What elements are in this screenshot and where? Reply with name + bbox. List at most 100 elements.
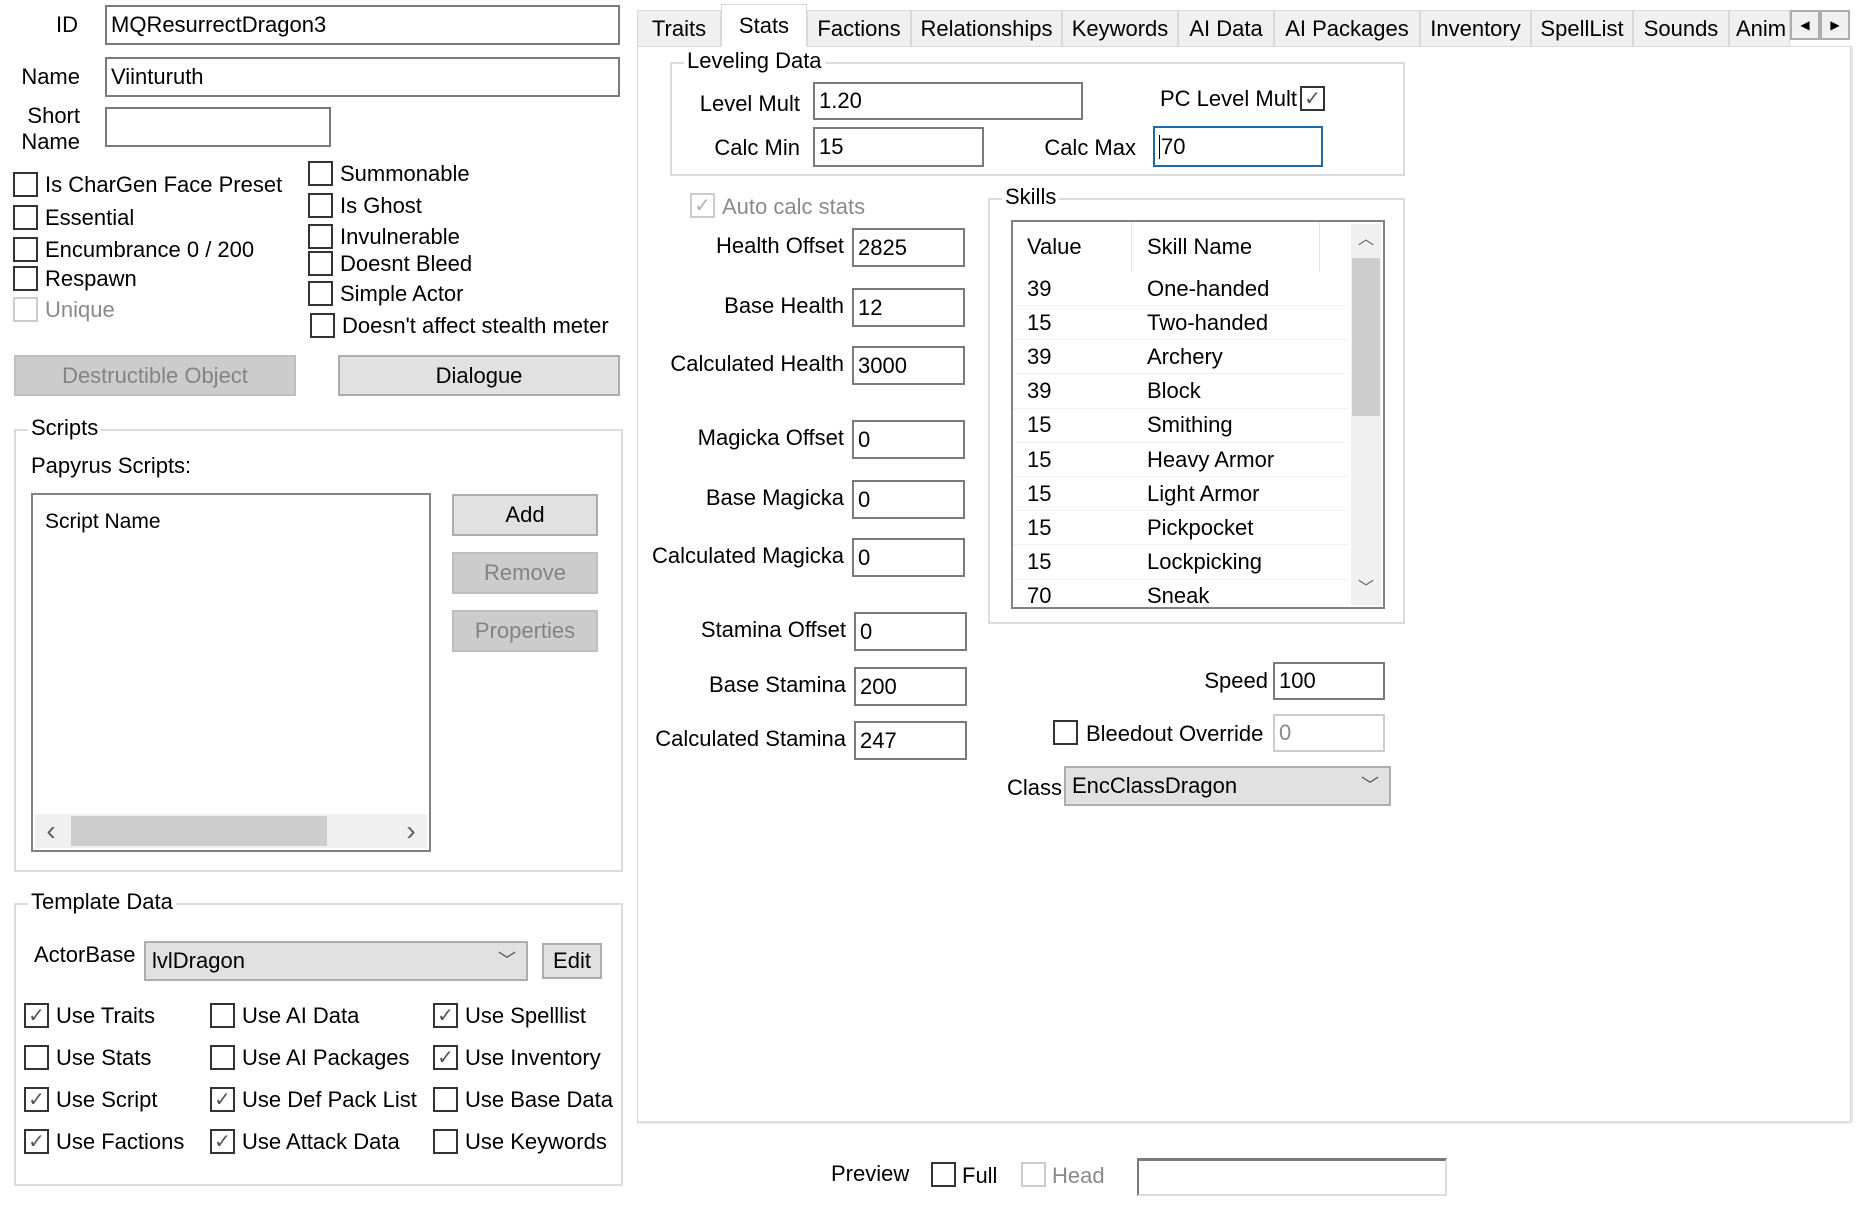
template-flag-checkbox[interactable]: ✓ — [24, 1087, 49, 1112]
destructible-object-button[interactable]: Destructible Object — [14, 355, 296, 396]
base-stamina-input[interactable]: 200 — [854, 667, 967, 706]
calc-min-input[interactable]: 15 — [813, 127, 984, 167]
template-flag-checkbox[interactable] — [433, 1087, 458, 1112]
scroll-left-icon[interactable]: ‹ — [39, 814, 63, 848]
tab-relationships[interactable]: Relationships — [911, 10, 1062, 46]
bleedout-override-checkbox[interactable] — [1053, 720, 1078, 745]
skill-row[interactable]: 15 Pickpocket — [1013, 511, 1349, 546]
skills-vscroll-thumb[interactable] — [1352, 258, 1380, 416]
base-magicka-input[interactable]: 0 — [852, 480, 965, 519]
tab-stats[interactable]: Stats — [721, 4, 807, 47]
template-flag-checkbox[interactable]: ✓ — [433, 1003, 458, 1028]
preview-full-checkbox[interactable] — [931, 1162, 956, 1187]
template-flag-label: Use Keywords — [465, 1129, 607, 1154]
name-input[interactable]: Viinturuth — [105, 57, 620, 97]
magicka-offset-input[interactable]: 0 — [852, 420, 965, 459]
scroll-down-icon[interactable]: ﹀ — [1351, 573, 1381, 605]
flag-checkbox[interactable] — [308, 251, 333, 276]
pc-level-mult-checkbox[interactable]: ✓ — [1300, 86, 1325, 111]
actorbase-dropdown[interactable]: lvlDragon ﹀ — [144, 941, 528, 981]
skill-row[interactable]: 39 Archery — [1013, 340, 1349, 375]
flag-checkbox[interactable] — [13, 237, 38, 262]
flag-checkbox[interactable] — [308, 281, 333, 306]
tab-sounds[interactable]: Sounds — [1633, 10, 1729, 46]
auto-calc-stats-checkbox[interactable]: ✓ — [690, 193, 715, 218]
skills-list[interactable]: Value Skill Name 39 One-handed 15 Two-hande… — [1011, 220, 1385, 609]
template-flag-checkbox[interactable]: ✓ — [210, 1129, 235, 1154]
base-health-label: Base Health — [724, 293, 844, 318]
bleedout-override-input[interactable]: 0 — [1273, 714, 1385, 752]
tab-ai-data[interactable]: AI Data — [1178, 10, 1274, 46]
template-flag-checkbox[interactable]: ✓ — [24, 1003, 49, 1028]
tab-scroll-left-button[interactable]: ◀ — [1790, 10, 1820, 40]
tab-anim[interactable]: Anim — [1729, 10, 1790, 46]
preview-head-checkbox[interactable] — [1021, 1162, 1046, 1187]
edit-actorbase-button[interactable]: Edit — [542, 943, 602, 979]
skill-row[interactable]: 70 Sneak — [1013, 580, 1349, 607]
skill-row[interactable]: 39 Block — [1013, 375, 1349, 409]
flag-label: Encumbrance 0 / 200 — [45, 237, 255, 262]
flag-checkbox[interactable] — [13, 266, 38, 291]
speed-input[interactable]: 100 — [1273, 662, 1385, 700]
id-input[interactable]: MQResurrectDragon3 — [105, 5, 620, 45]
flag-checkbox[interactable] — [13, 205, 38, 230]
skill-row[interactable]: 15 Light Armor — [1013, 477, 1349, 512]
template-flag-checkbox[interactable] — [210, 1003, 235, 1028]
script-list-hscrollbar[interactable]: ‹ › — [35, 814, 427, 848]
skill-row[interactable]: 39 One-handed — [1013, 272, 1349, 306]
flag-checkbox[interactable] — [13, 297, 38, 322]
skill-row[interactable]: 15 Lockpicking — [1013, 546, 1349, 580]
skill-row[interactable]: 15 Smithing — [1013, 409, 1349, 443]
skill-row[interactable]: 15 Two-handed — [1013, 306, 1349, 341]
base-magicka-value: 0 — [858, 486, 871, 512]
skill-name: Archery — [1147, 343, 1223, 369]
script-properties-button[interactable]: Properties — [452, 610, 598, 652]
preview-input[interactable] — [1137, 1158, 1447, 1196]
flag-label: Summonable — [340, 161, 470, 186]
tab-factions[interactable]: Factions — [807, 10, 911, 46]
tab-traits[interactable]: Traits — [637, 10, 721, 46]
template-flag-checkbox[interactable] — [24, 1045, 49, 1070]
tab-spelllist[interactable]: SpellList — [1531, 10, 1633, 46]
add-script-button[interactable]: Add — [452, 494, 598, 536]
class-dropdown[interactable]: EncClassDragon ﹀ — [1064, 766, 1391, 806]
calc-health-input[interactable]: 3000 — [852, 346, 965, 385]
dialogue-button[interactable]: Dialogue — [338, 355, 620, 396]
script-list[interactable]: Script Name ‹ › — [31, 493, 431, 852]
tab-inventory[interactable]: Inventory — [1420, 10, 1531, 46]
template-flag-checkbox[interactable]: ✓ — [210, 1087, 235, 1112]
script-list-hscroll-thumb[interactable] — [71, 816, 327, 846]
health-offset-input[interactable]: 2825 — [852, 228, 965, 267]
calc-stamina-input[interactable]: 247 — [854, 721, 967, 760]
level-mult-input[interactable]: 1.20 — [813, 82, 1083, 120]
skill-row[interactable]: 15 Heavy Armor — [1013, 443, 1349, 477]
chevron-down-icon: ﹀ — [498, 950, 516, 971]
script-name-column-header[interactable]: Script Name — [45, 511, 161, 532]
stamina-offset-input[interactable]: 0 — [854, 612, 967, 651]
flag-checkbox[interactable] — [308, 193, 333, 218]
health-offset-value: 2825 — [858, 234, 907, 260]
scroll-right-icon[interactable]: › — [399, 814, 423, 848]
calc-max-input[interactable]: 70 — [1153, 126, 1323, 167]
template-flag-checkbox[interactable] — [433, 1129, 458, 1154]
tab-ai-packages[interactable]: AI Packages — [1274, 10, 1420, 46]
tab-keywords[interactable]: Keywords — [1062, 10, 1178, 46]
flag-checkbox[interactable] — [308, 224, 333, 249]
calc-magicka-input[interactable]: 0 — [852, 538, 965, 577]
remove-script-button[interactable]: Remove — [452, 552, 598, 594]
skill-name-column-header[interactable]: Skill Name — [1147, 222, 1320, 272]
short-name-input[interactable] — [105, 107, 331, 147]
value-column-header[interactable]: Value — [1027, 222, 1132, 272]
template-flag-checkbox[interactable]: ✓ — [24, 1129, 49, 1154]
template-flag-checkbox[interactable]: ✓ — [433, 1045, 458, 1070]
scroll-up-icon[interactable]: ︿ — [1351, 224, 1381, 256]
skills-vscrollbar[interactable]: ︿ ﹀ — [1351, 224, 1381, 605]
flag-checkbox[interactable] — [310, 313, 335, 338]
tab-scroll-right-button[interactable]: ▶ — [1820, 10, 1850, 40]
template-flag-checkbox[interactable] — [210, 1045, 235, 1070]
flag-checkbox[interactable] — [308, 161, 333, 186]
short-name-label-line2: Name — [21, 129, 80, 154]
preview-label: Preview — [831, 1161, 910, 1186]
flag-checkbox[interactable] — [13, 172, 38, 197]
base-health-input[interactable]: 12 — [852, 288, 965, 327]
